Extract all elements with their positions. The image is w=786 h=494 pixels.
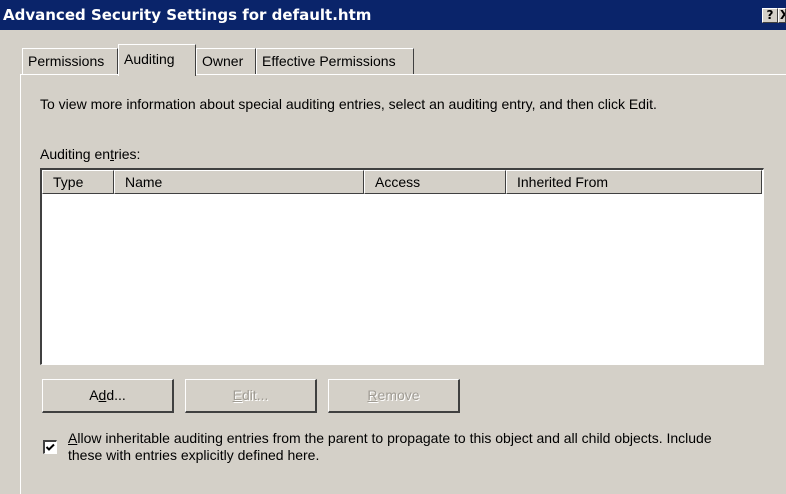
remove-button[interactable]: Remove [328,379,460,413]
tab-auditing[interactable]: Auditing [118,44,196,76]
tab-effective-permissions[interactable]: Effective Permissions [256,48,414,74]
close-button[interactable]: X [778,8,786,23]
column-header-name[interactable]: Name [114,170,364,194]
checkmark-icon [45,443,55,451]
column-header-inherited-from[interactable]: Inherited From [506,170,762,194]
help-button[interactable]: ? [762,8,778,23]
auditing-entries-list[interactable]: Type Name Access Inherited From [40,168,764,365]
advanced-security-settings-dialog: Advanced Security Settings for default.h… [0,0,786,494]
list-header: Type Name Access Inherited From [42,170,762,194]
column-header-type[interactable]: Type [42,170,114,194]
add-button[interactable]: Add... [42,379,174,413]
tab-owner[interactable]: Owner [196,48,256,74]
tab-permissions[interactable]: Permissions [22,48,118,74]
allow-inheritable-label[interactable]: Allow inheritable auditing entries from … [68,430,780,464]
column-header-access[interactable]: Access [364,170,506,194]
edit-button[interactable]: Edit... [185,379,317,413]
title-bar[interactable]: Advanced Security Settings for default.h… [0,0,786,30]
window-title: Advanced Security Settings for default.h… [3,6,372,24]
auditing-entries-label: Auditing entries: [40,146,141,162]
instructions-text: To view more information about special a… [40,96,657,112]
allow-inheritable-checkbox[interactable] [43,440,57,454]
